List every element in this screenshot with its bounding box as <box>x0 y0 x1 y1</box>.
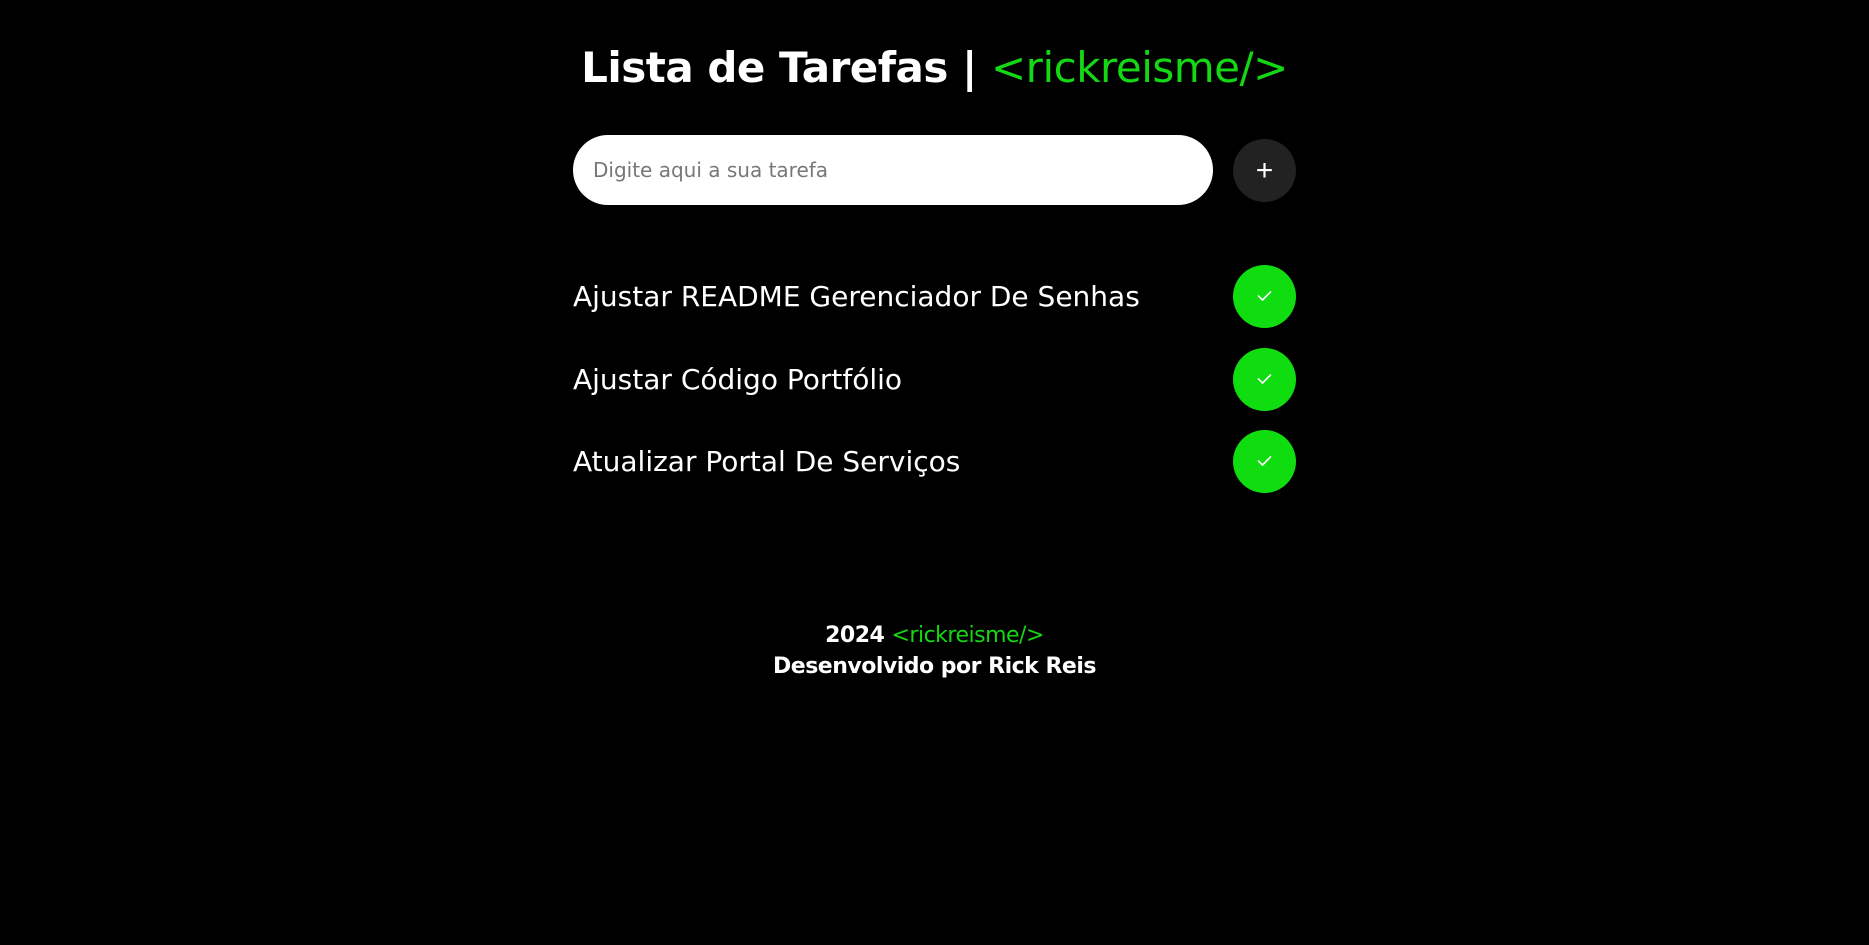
check-icon <box>1257 373 1272 384</box>
task-list: Ajustar README Gerenciador De Senhas Aju… <box>573 265 1296 513</box>
task-input[interactable] <box>573 135 1213 205</box>
complete-task-button[interactable] <box>1233 265 1296 328</box>
footer-credit: Desenvolvido por Rick Reis <box>773 654 1096 679</box>
check-icon <box>1257 291 1272 301</box>
footer-brand: <rickreisme/> <box>891 623 1044 648</box>
app: Lista de Tarefas | <rickreisme/> + Ajust… <box>0 0 1869 945</box>
task-input-row: + <box>573 135 1296 206</box>
task-label: Ajustar README Gerenciador De Senhas <box>573 280 1140 313</box>
complete-task-button[interactable] <box>1233 347 1296 411</box>
task-item: Atualizar Portal De Serviços <box>573 430 1296 493</box>
footer: 2024 <rickreisme/> Desenvolvido por Rick… <box>0 620 1869 682</box>
task-item: Ajustar Código Portfólio <box>573 347 1296 411</box>
footer-copyright: 2024 <rickreisme/> <box>0 620 1869 651</box>
complete-task-button[interactable] <box>1233 430 1296 493</box>
task-item: Ajustar README Gerenciador De Senhas <box>573 265 1296 328</box>
title-brand: <rickreisme/> <box>990 43 1288 92</box>
add-task-button[interactable]: + <box>1233 139 1296 202</box>
check-icon <box>1257 456 1272 466</box>
page-title: Lista de Tarefas | <rickreisme/> <box>0 40 1869 96</box>
task-label: Ajustar Código Portfólio <box>573 362 903 396</box>
task-label: Atualizar Portal De Serviços <box>573 445 961 478</box>
footer-year: 2024 <box>825 623 885 648</box>
title-text: Lista de Tarefas | <box>581 43 977 92</box>
